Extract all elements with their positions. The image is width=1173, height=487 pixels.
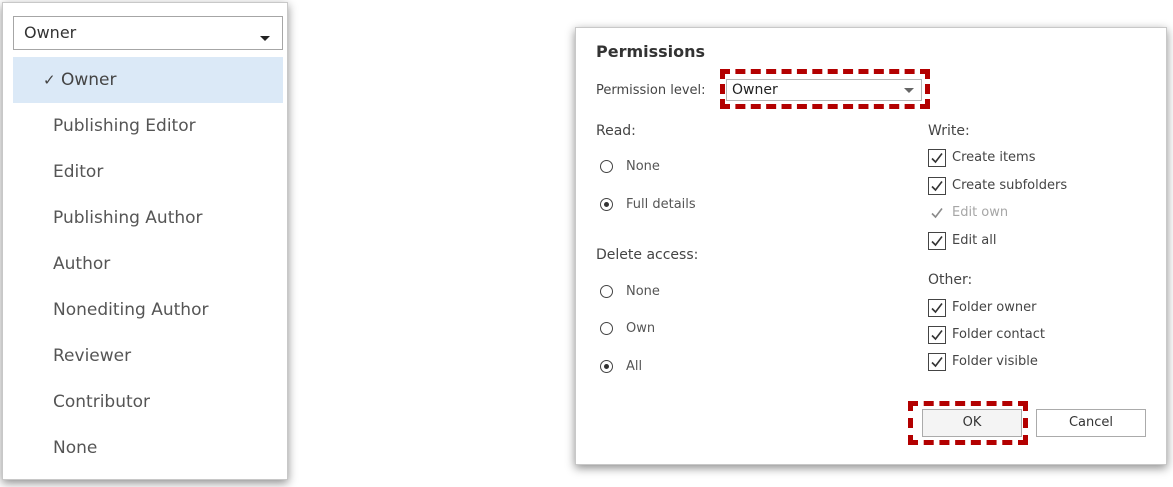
radio-button-selected[interactable]	[600, 198, 613, 211]
option-label: Owner	[61, 70, 117, 90]
write-heading: Write:	[928, 123, 970, 139]
highlight-box-ok-button	[908, 401, 1028, 445]
permission-level-select[interactable]: Owner	[13, 16, 283, 50]
checkbox-checked[interactable]	[928, 232, 946, 250]
checkbox-label: Edit own	[952, 205, 1009, 220]
check-icon	[931, 208, 943, 219]
permissions-dialog: Permissions Permission level: Owner Read…	[575, 27, 1167, 465]
option-label: Contributor	[53, 392, 151, 412]
radio-label: All	[626, 359, 643, 374]
option-label: None	[53, 438, 98, 458]
delete-access-heading: Delete access:	[596, 247, 699, 263]
radio-button[interactable]	[600, 160, 613, 173]
highlight-box-permission-level	[720, 69, 930, 109]
check-icon	[931, 153, 943, 164]
read-heading: Read:	[596, 123, 636, 139]
permission-options-list: ✓ Owner Publishing Editor Editor Publishi…	[13, 57, 283, 471]
radio-button[interactable]	[600, 322, 613, 335]
checkbox-checked-disabled	[928, 204, 946, 222]
checkbox-label: Edit all	[952, 233, 997, 248]
option-publishing-author[interactable]: Publishing Author	[13, 195, 283, 241]
checkbox-checked[interactable]	[928, 326, 946, 344]
check-icon	[931, 330, 943, 341]
checkbox-checked[interactable]	[928, 177, 946, 195]
option-label: Author	[53, 254, 111, 274]
option-owner[interactable]: ✓ Owner	[13, 57, 283, 103]
option-nonediting-author[interactable]: Nonediting Author	[13, 287, 283, 333]
option-label: Publishing Editor	[53, 116, 196, 136]
permission-dropdown-panel: Owner ✓ Owner Publishing Editor Editor Pu…	[2, 2, 288, 480]
option-label: Editor	[53, 162, 104, 182]
checkbox-label: Folder owner	[952, 300, 1037, 315]
option-editor[interactable]: Editor	[13, 149, 283, 195]
option-reviewer[interactable]: Reviewer	[13, 333, 283, 379]
permission-level-selected-value: Owner	[24, 23, 77, 42]
radio-button[interactable]	[600, 285, 613, 298]
radio-button-selected[interactable]	[600, 360, 613, 373]
cancel-button[interactable]: Cancel	[1036, 409, 1146, 437]
option-none[interactable]: None	[13, 425, 283, 471]
option-publishing-editor[interactable]: Publishing Editor	[13, 103, 283, 149]
option-contributor[interactable]: Contributor	[13, 379, 283, 425]
checkmark-icon: ✓	[43, 71, 56, 89]
radio-label: Own	[626, 321, 656, 336]
permission-level-label: Permission level:	[596, 83, 706, 98]
check-icon	[931, 236, 943, 247]
check-icon	[931, 357, 943, 368]
option-label: Publishing Author	[53, 208, 203, 228]
checkbox-checked[interactable]	[928, 299, 946, 317]
option-author[interactable]: Author	[13, 241, 283, 287]
checkbox-label: Create items	[952, 150, 1036, 165]
checkbox-label: Create subfolders	[952, 178, 1068, 193]
other-heading: Other:	[928, 272, 973, 288]
dialog-title: Permissions	[596, 42, 706, 61]
chevron-down-icon[interactable]	[260, 36, 270, 41]
check-icon	[931, 303, 943, 314]
checkbox-checked[interactable]	[928, 353, 946, 371]
checkbox-checked[interactable]	[928, 149, 946, 167]
radio-label: None	[626, 159, 660, 174]
checkbox-label: Folder visible	[952, 354, 1038, 369]
check-icon	[931, 181, 943, 192]
option-label: Nonediting Author	[53, 300, 209, 320]
radio-label: None	[626, 284, 660, 299]
option-label: Reviewer	[53, 346, 132, 366]
checkbox-label: Folder contact	[952, 327, 1045, 342]
radio-label: Full details	[626, 197, 696, 212]
